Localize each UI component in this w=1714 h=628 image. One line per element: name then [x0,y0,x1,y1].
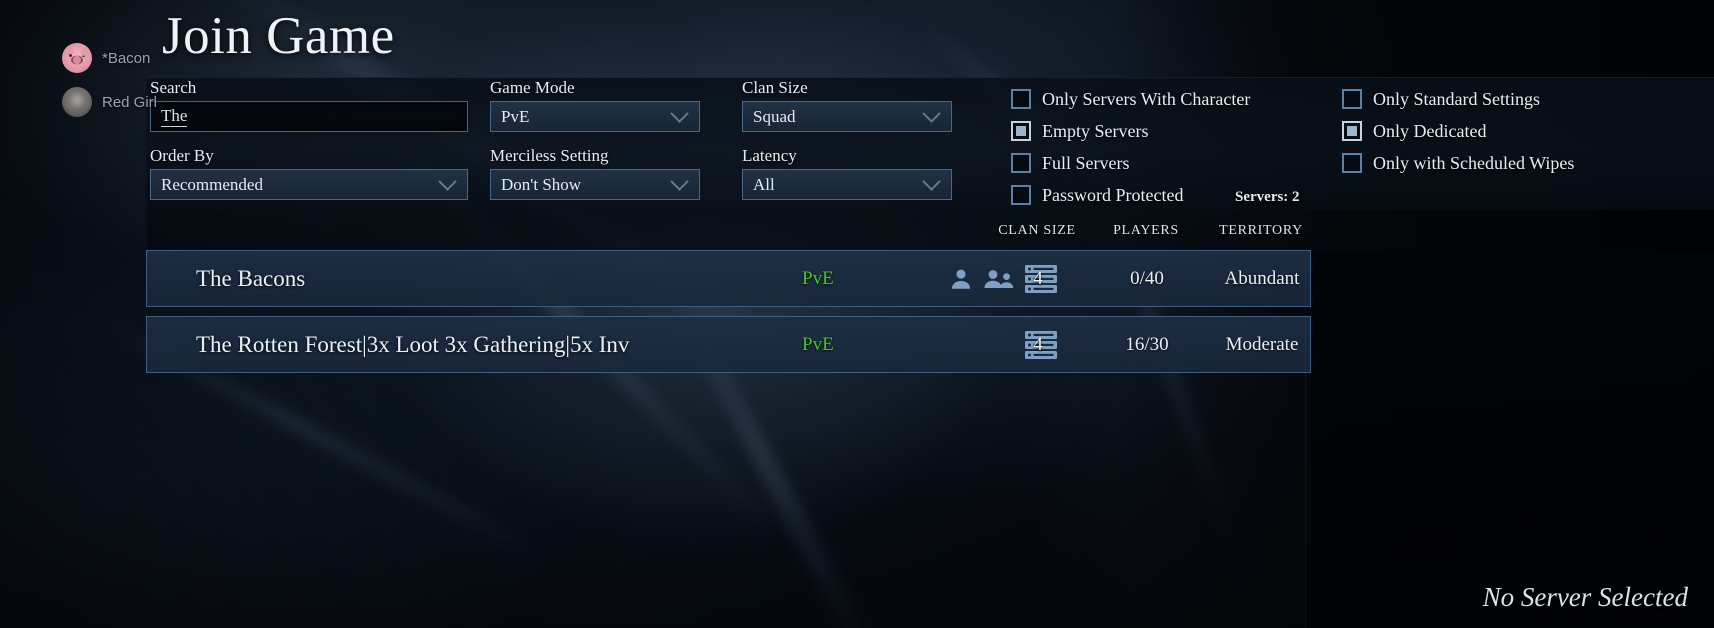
order-by-value: Recommended [161,174,263,194]
pig-avatar-icon [62,43,92,73]
column-header-clan-size[interactable]: CLAN SIZE [984,223,1090,239]
server-game-mode: PvE [802,333,834,355]
chevron-down-icon [922,104,941,123]
panel-divider [1305,253,1306,628]
filter-checkbox-group-right: Only Standard Settings Only Dedicated On… [1342,83,1574,179]
checkbox-label: Only with Scheduled Wipes [1373,152,1575,173]
server-name: The Rotten Forest|3x Loot 3x Gathering|5… [196,331,630,357]
clan-size-label: Clan Size [742,78,808,97]
checkbox-box [1342,153,1362,173]
merciless-setting-group: Merciless Setting Don't Show [490,146,702,200]
game-mode-label: Game Mode [490,78,575,97]
checkbox-empty-servers[interactable]: Empty Servers [1011,115,1250,147]
checkbox-full-servers[interactable]: Full Servers [1011,147,1250,179]
no-server-selected-message: No Server Selected [1482,582,1688,612]
latency-value: All [753,174,775,194]
checkbox-label: Full Servers [1042,152,1130,173]
server-territory: Abundant [1224,267,1300,289]
checkbox-box-checked [1011,121,1031,141]
server-row[interactable]: The Bacons PvE 4 0/40 Abundant [146,250,1311,307]
server-clan-size: 4 [1033,333,1043,355]
server-game-mode: PvE [802,267,834,289]
checkbox-box [1011,89,1031,109]
clan-size-value: Squad [753,106,796,126]
order-by-dropdown[interactable]: Recommended [150,169,468,200]
order-by-group: Order By Recommended [150,146,470,200]
clan-size-group: Clan Size Squad [742,78,954,132]
clan-size-dropdown[interactable]: Squad [742,101,952,132]
friend-entry[interactable]: Red Girl [62,80,222,124]
game-mode-group: Game Mode PvE [490,78,702,132]
server-row[interactable]: The Rotten Forest|3x Loot 3x Gathering|5… [146,316,1311,373]
filter-bar: Search The Order By Recommended Game Mod… [146,77,1714,210]
friend-name: Red Girl [102,93,158,111]
latency-label: Latency [742,146,797,165]
checkbox-label: Only Dedicated [1373,120,1487,141]
chevron-down-icon [438,172,457,191]
chevron-down-icon [670,172,689,191]
merciless-setting-dropdown[interactable]: Don't Show [490,169,700,200]
column-header-territory[interactable]: TERRITORY [1206,223,1316,239]
server-clan-size: 4 [1033,267,1043,289]
checkbox-label: Only Standard Settings [1373,88,1540,109]
checkbox-only-standard-settings[interactable]: Only Standard Settings [1342,83,1574,115]
server-players: 16/30 [1125,333,1169,355]
chevron-down-icon [922,172,941,191]
game-mode-dropdown[interactable]: PvE [490,101,700,132]
checkbox-box [1011,153,1031,173]
filter-checkbox-group-left: Only Servers With Character Empty Server… [1011,83,1250,211]
server-detail-panel: No Server Selected [1311,253,1714,628]
server-list: CLAN SIZE PLAYERS TERRITORY The Bacons P… [146,210,1311,628]
merciless-setting-label: Merciless Setting [490,146,609,165]
page-title: Join Game [162,7,395,65]
checkbox-only-with-scheduled-wipes[interactable]: Only with Scheduled Wipes [1342,147,1574,179]
checkbox-box [1342,89,1362,109]
chevron-down-icon [670,104,689,123]
column-header-players[interactable]: PLAYERS [1098,223,1194,239]
checkbox-label: Only Servers With Character [1042,88,1251,109]
checkbox-only-dedicated[interactable]: Only Dedicated [1342,115,1574,147]
servers-count: Servers: 2 [1235,189,1300,205]
latency-dropdown[interactable]: All [742,169,952,200]
server-territory: Moderate [1225,333,1299,355]
face-avatar-icon [62,87,92,117]
order-by-label: Order By [150,146,214,165]
game-mode-value: PvE [501,106,530,126]
server-name: The Bacons [196,265,306,291]
checkbox-box-checked [1342,121,1362,141]
server-list-header: CLAN SIZE PLAYERS TERRITORY [146,210,1311,250]
checkbox-label: Password Protected [1042,184,1184,205]
latency-group: Latency All [742,146,954,200]
checkbox-box [1011,185,1031,205]
friend-name: *Bacon [102,49,151,67]
merciless-setting-value: Don't Show [501,174,582,194]
checkbox-label: Empty Servers [1042,120,1149,141]
person-icon [951,269,971,289]
server-players: 0/40 [1130,267,1164,289]
checkbox-only-servers-with-character[interactable]: Only Servers With Character [1011,83,1250,115]
checkbox-password-protected[interactable]: Password Protected [1011,179,1250,211]
